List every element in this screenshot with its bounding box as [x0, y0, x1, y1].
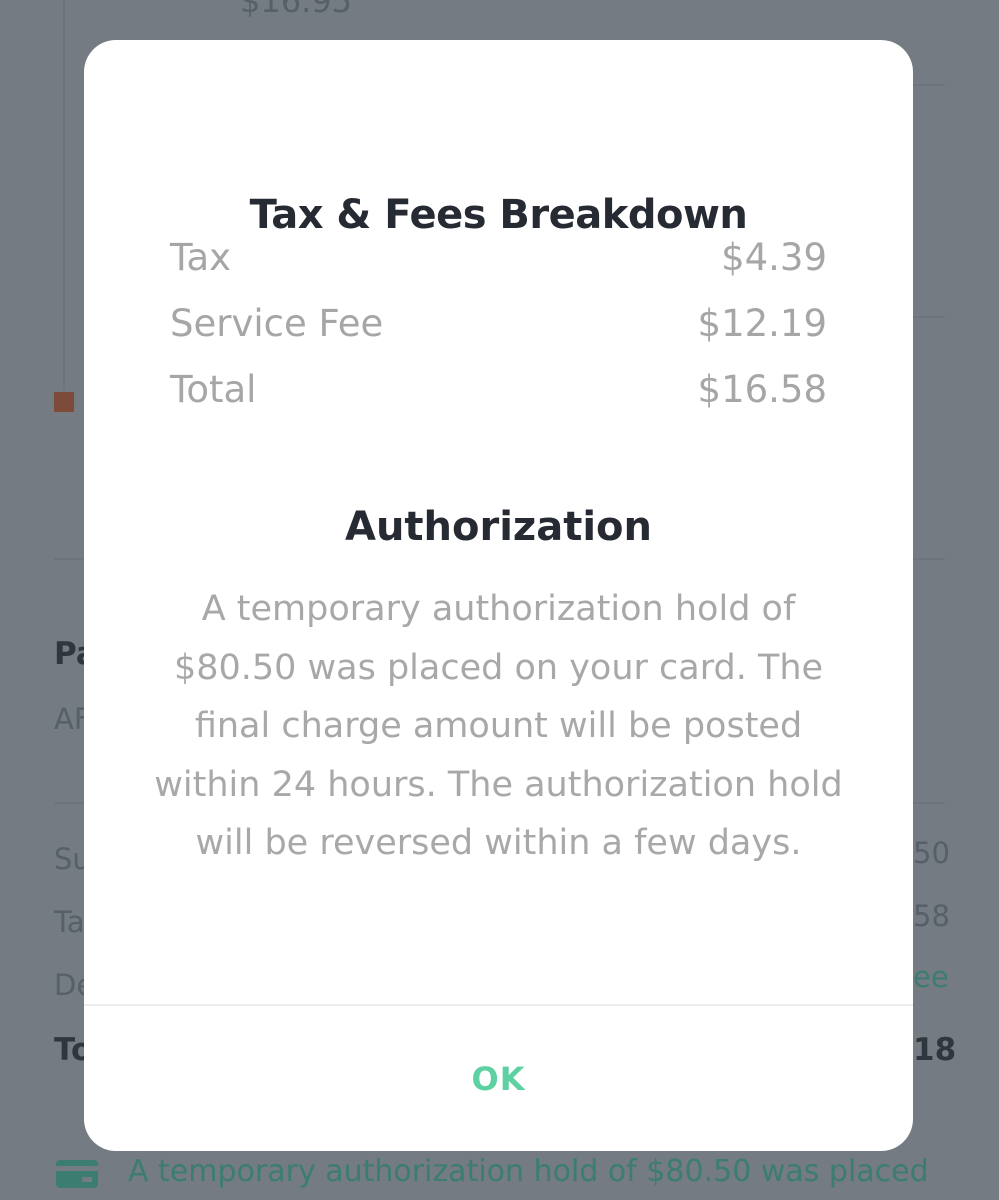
bg-footer-note: A temporary authorization hold of $80.50…	[128, 1154, 929, 1189]
bg-top-price: $16.95	[240, 0, 352, 20]
bg-summary-value: 50	[913, 836, 950, 870]
fee-value: $4.39	[721, 236, 827, 279]
bg-total-value: 18	[913, 1032, 957, 1068]
authorization-heading: Authorization	[344, 504, 652, 550]
bg-summary-label: Ta	[54, 905, 85, 939]
bg-summary-value: 58	[913, 899, 950, 933]
bg-divider	[54, 802, 84, 804]
bg-divider	[913, 802, 945, 804]
tax-fees-dialog: Tax & Fees Breakdown Tax $4.39 Service F…	[84, 40, 913, 1151]
fee-value: $16.58	[697, 368, 827, 411]
bg-timeline-line	[63, 0, 65, 390]
bg-timeline-marker	[54, 392, 74, 412]
fee-label: Service Fee	[170, 302, 384, 345]
fee-label: Tax	[170, 236, 232, 279]
dialog-title: Tax & Fees Breakdown	[249, 192, 748, 238]
fee-value: $12.19	[697, 302, 827, 345]
bg-divider	[913, 558, 945, 560]
bg-divider	[54, 558, 84, 560]
ok-button[interactable]: OK	[84, 1006, 913, 1151]
credit-card-icon	[56, 1160, 98, 1188]
bg-divider	[913, 316, 945, 318]
fee-row-tax: Tax $4.39	[170, 236, 827, 286]
fee-row-total: Total $16.58	[170, 368, 827, 418]
bg-delivery-value: ee	[913, 960, 949, 994]
authorization-text: A temporary authorization hold of $80.50…	[154, 589, 843, 863]
fee-row-service-fee: Service Fee $12.19	[170, 302, 827, 352]
bg-divider	[913, 84, 945, 86]
fee-label: Total	[170, 368, 257, 411]
